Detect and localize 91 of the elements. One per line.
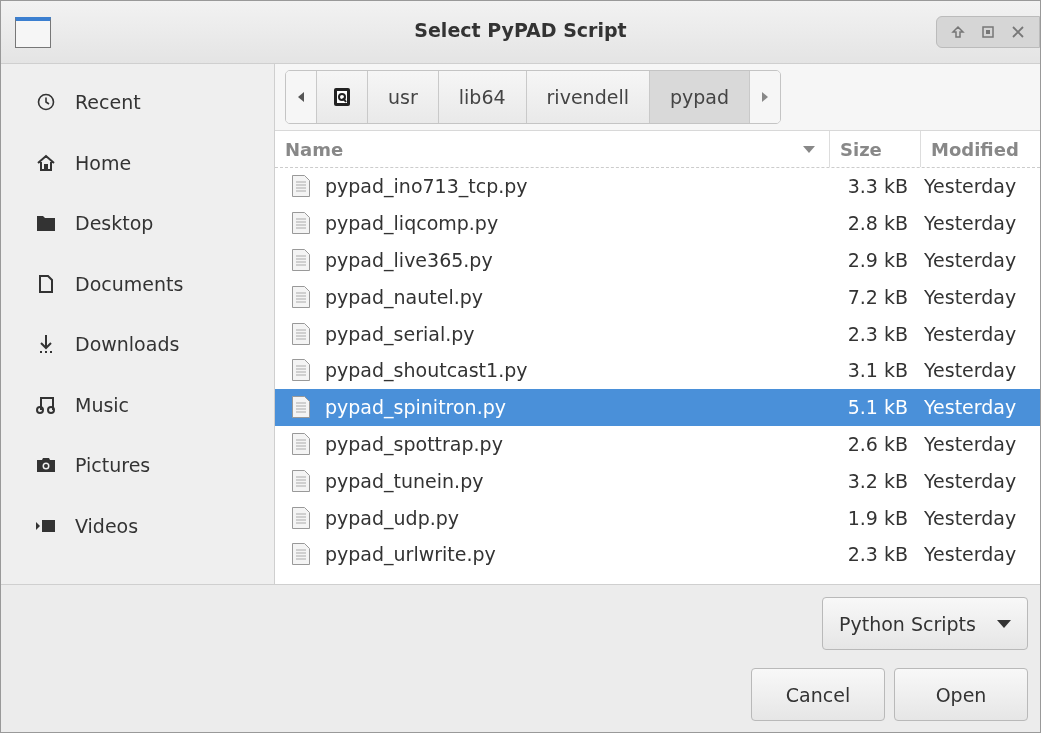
document-icon — [291, 248, 311, 272]
file-row[interactable]: pypad_tunein.py 3.2 kB Yesterday — [275, 462, 1040, 500]
file-name: pypad_live365.py — [325, 249, 493, 271]
file-modified: Yesterday — [924, 396, 1017, 419]
sidebar-item[interactable]: Videos — [1, 495, 274, 556]
file-modified: Yesterday — [924, 359, 1017, 382]
dialog-button[interactable]: Cancel — [751, 668, 885, 721]
drive-icon — [333, 87, 351, 107]
folder-icon — [36, 214, 56, 233]
column-header[interactable]: Name — [275, 131, 829, 167]
document-icon — [291, 211, 311, 236]
file-row[interactable]: pypad_ino713_tcp.py 3.3 kB Yesterday — [275, 168, 1040, 205]
document-icon — [291, 505, 311, 530]
document-icon — [291, 321, 311, 346]
path-button[interactable] — [316, 71, 367, 123]
sidebar-item[interactable]: Downloads — [1, 314, 274, 375]
column-header[interactable]: Modified — [920, 131, 1040, 167]
file-row[interactable]: pypad_nautel.py 7.2 kB Yesterday — [275, 278, 1040, 316]
path-button[interactable]: pypad — [648, 71, 749, 123]
file-size: 5.1 kB — [847, 396, 908, 419]
file-modified: Yesterday — [924, 432, 1017, 455]
file-type-dropdown[interactable]: Python Scripts — [822, 597, 1028, 650]
file-row[interactable]: pypad_spottrap.py 2.6 kB Yesterday — [275, 425, 1040, 463]
download-icon — [37, 334, 55, 355]
file-name: pypad_shoutcast1.py — [325, 359, 528, 382]
home-icon — [37, 153, 55, 172]
file-name: pypad_ino713_tcp.py — [325, 175, 528, 198]
window-title: Select PyPAD Script — [413, 19, 628, 41]
file-row[interactable]: pypad_shoutcast1.py 3.1 kB Yesterday — [275, 352, 1040, 389]
document-icon — [291, 395, 311, 420]
document-icon — [291, 358, 311, 383]
music-note-icon — [36, 395, 56, 414]
file-name: pypad_serial.py — [325, 322, 475, 345]
file-size: 2.3 kB — [847, 543, 908, 566]
window-icon — [15, 16, 51, 48]
restore-icon[interactable] — [951, 25, 965, 39]
file-row[interactable]: pypad_udp.py 1.9 kB Yesterday — [275, 499, 1040, 536]
maximize-icon[interactable] — [981, 25, 995, 39]
file-name: pypad_udp.py — [325, 506, 460, 529]
file-size: 3.3 kB — [847, 175, 908, 198]
file-size: 2.9 kB — [847, 249, 908, 271]
document-icon — [291, 468, 311, 493]
file-name: pypad_tunein.py — [325, 469, 484, 492]
camera-icon — [36, 456, 56, 475]
file-name: pypad_nautel.py — [325, 285, 484, 308]
file-row[interactable]: pypad_live365.py 2.9 kB Yesterday — [275, 241, 1040, 279]
file-name: pypad_spottrap.py — [325, 432, 503, 455]
file-modified: Yesterday — [924, 212, 1017, 235]
file-size: 2.3 kB — [847, 322, 908, 345]
document-icon — [291, 431, 311, 456]
file-modified: Yesterday — [924, 285, 1017, 308]
sidebar-item[interactable]: Desktop — [1, 193, 274, 254]
file-size: 7.2 kB — [847, 285, 908, 308]
left-arrow-icon — [298, 92, 304, 102]
file-name: pypad_liqcomp.py — [325, 212, 499, 235]
sidebar-item[interactable]: Recent — [1, 72, 274, 133]
sidebar-item[interactable]: Home — [1, 132, 274, 193]
path-button[interactable]: usr — [367, 71, 438, 123]
file-size: 3.1 kB — [847, 359, 908, 382]
document-icon — [38, 274, 54, 293]
file-size: 1.9 kB — [847, 506, 908, 529]
clock-icon — [37, 93, 55, 112]
sidebar-item[interactable]: Pictures — [1, 435, 274, 496]
file-modified: Yesterday — [924, 543, 1017, 566]
file-size: 3.2 kB — [847, 469, 908, 492]
file-modified: Yesterday — [924, 175, 1017, 198]
right-arrow-icon — [762, 92, 768, 102]
column-header[interactable]: Size — [829, 131, 920, 167]
document-icon — [291, 284, 311, 309]
sort-arrow-icon — [803, 145, 815, 153]
file-size: 2.6 kB — [847, 432, 908, 455]
file-name: pypad_urlwrite.py — [325, 543, 496, 566]
file-row[interactable]: pypad_serial.py 2.3 kB Yesterday — [275, 315, 1040, 352]
video-icon — [35, 517, 57, 534]
file-name: pypad_spinitron.py — [325, 396, 506, 419]
file-modified: Yesterday — [924, 249, 1017, 271]
sidebar-item[interactable]: Documents — [1, 253, 274, 314]
document-icon — [291, 542, 311, 567]
path-button[interactable]: rivendell — [525, 71, 649, 123]
file-row[interactable]: pypad_liqcomp.py 2.8 kB Yesterday — [275, 204, 1040, 242]
dialog-button[interactable]: Open — [894, 668, 1028, 721]
file-modified: Yesterday — [924, 469, 1017, 492]
close-icon[interactable] — [1011, 25, 1025, 39]
file-size: 2.8 kB — [847, 212, 908, 235]
sidebar-item[interactable]: Music — [1, 374, 274, 435]
file-modified: Yesterday — [924, 506, 1017, 529]
file-row[interactable]: pypad_urlwrite.py 2.3 kB Yesterday — [275, 535, 1040, 573]
file-modified: Yesterday — [924, 322, 1017, 345]
document-icon — [291, 174, 311, 199]
caret-icon — [997, 619, 1011, 628]
path-button[interactable]: lib64 — [437, 71, 526, 123]
